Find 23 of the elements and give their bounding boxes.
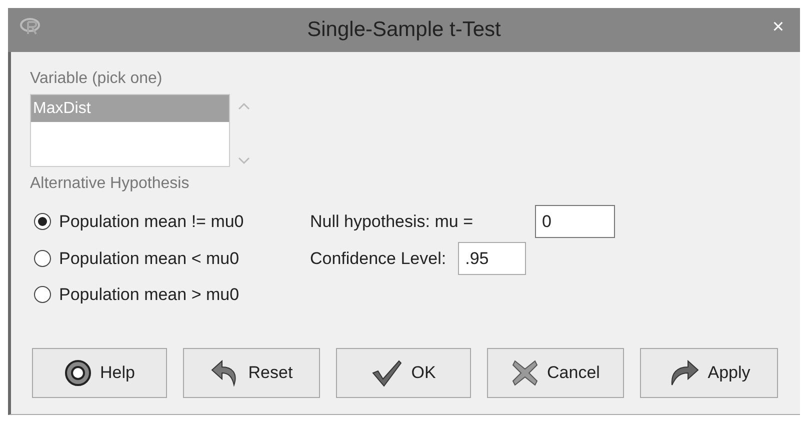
field-label: Confidence Level:: [310, 248, 446, 268]
cross-icon: [511, 359, 540, 387]
input-field[interactable]: 0: [535, 205, 615, 238]
field-label: Null hypothesis: mu =: [310, 212, 473, 232]
cancel-button[interactable]: Cancel: [487, 348, 624, 398]
radio-button[interactable]: [34, 213, 51, 230]
radio-button[interactable]: [34, 250, 51, 267]
radio-button[interactable]: [34, 286, 51, 303]
help-button[interactable]: Help: [32, 348, 167, 398]
window-title: Single-Sample t-Test: [307, 18, 501, 42]
r-logo-icon: [20, 17, 42, 35]
reset-button[interactable]: Reset: [183, 348, 320, 398]
alternative-label: Alternative Hypothesis: [30, 175, 190, 192]
variable-label: Variable (pick one): [30, 70, 164, 88]
close-button[interactable]: ×: [772, 16, 784, 39]
radio-label: Population mean != mu0: [59, 212, 244, 232]
ok-button[interactable]: OK: [336, 348, 471, 398]
apply-button[interactable]: Apply: [640, 348, 778, 398]
input-field[interactable]: .95: [458, 242, 526, 275]
radio-label: Population mean < mu0: [59, 248, 240, 268]
radio-label: Population mean > mu0: [59, 284, 240, 304]
checkmark-icon: [371, 359, 404, 387]
lifebuoy-icon: [64, 359, 92, 387]
